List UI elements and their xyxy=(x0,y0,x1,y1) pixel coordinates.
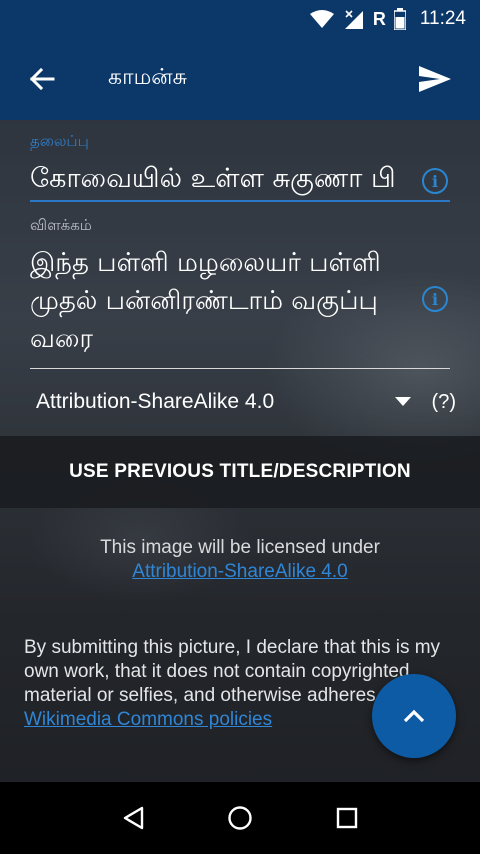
title-field: தலைப்பு கோவையில் உள்ள சுகுணா பி i xyxy=(30,132,450,202)
description-field: விளக்கம் இந்த பள்ளி மழலையர் பள்ளி முதல் … xyxy=(30,216,450,369)
description-input[interactable]: இந்த பள்ளி மழலையர் பள்ளி முதல் பன்னிரண்ட… xyxy=(30,244,450,358)
title-input[interactable]: கோவையில் உள்ள சுகுணா பி xyxy=(30,160,450,198)
upload-details-panel: தலைப்பு கோவையில் உள்ள சுகுணா பி i விளக்க… xyxy=(0,120,480,782)
expand-button[interactable] xyxy=(372,674,456,758)
license-notice: This image will be licensed under Attrib… xyxy=(0,536,480,584)
use-previous-button[interactable]: USE PREVIOUS TITLE/DESCRIPTION xyxy=(0,436,480,508)
send-button[interactable] xyxy=(390,38,480,120)
circle-home-icon xyxy=(228,806,252,830)
chevron-up-icon xyxy=(403,709,425,723)
status-bar: R 11:24 xyxy=(0,0,480,38)
network-type-label: R xyxy=(372,8,386,29)
title-label: தலைப்பு xyxy=(30,132,89,150)
battery-icon xyxy=(393,8,406,30)
navigation-bar xyxy=(0,782,480,854)
license-notice-text: This image will be licensed under xyxy=(100,537,380,558)
triangle-back-icon xyxy=(124,806,144,830)
title-underline xyxy=(30,200,450,202)
description-underline xyxy=(30,368,450,369)
send-icon xyxy=(419,66,451,92)
license-selected-value: Attribution-ShareAlike 4.0 xyxy=(36,390,275,413)
license-help-button[interactable]: (?) xyxy=(432,391,456,414)
dropdown-arrow-icon[interactable] xyxy=(388,397,418,407)
signal-icon xyxy=(344,10,363,29)
status-icons: R xyxy=(309,8,406,30)
description-label: விளக்கம் xyxy=(30,216,92,234)
square-recents-icon xyxy=(336,807,357,829)
nav-recents-button[interactable] xyxy=(327,798,367,838)
license-selector[interactable]: Attribution-ShareAlike 4.0 (?) xyxy=(36,382,456,422)
page-title: காமன்சு xyxy=(108,65,187,90)
policies-link[interactable]: Wikimedia Commons policies xyxy=(24,709,272,730)
arrow-back-icon xyxy=(29,67,55,91)
info-icon[interactable]: i xyxy=(422,286,448,312)
license-link[interactable]: Attribution-ShareAlike 4.0 xyxy=(132,561,347,582)
clock: 11:24 xyxy=(419,8,466,29)
nav-home-button[interactable] xyxy=(220,798,260,838)
wifi-icon xyxy=(309,10,334,28)
app-bar: காமன்சு xyxy=(0,38,480,120)
nav-back-button[interactable] xyxy=(113,798,153,838)
back-button[interactable] xyxy=(0,38,84,120)
info-icon[interactable]: i xyxy=(422,168,448,194)
